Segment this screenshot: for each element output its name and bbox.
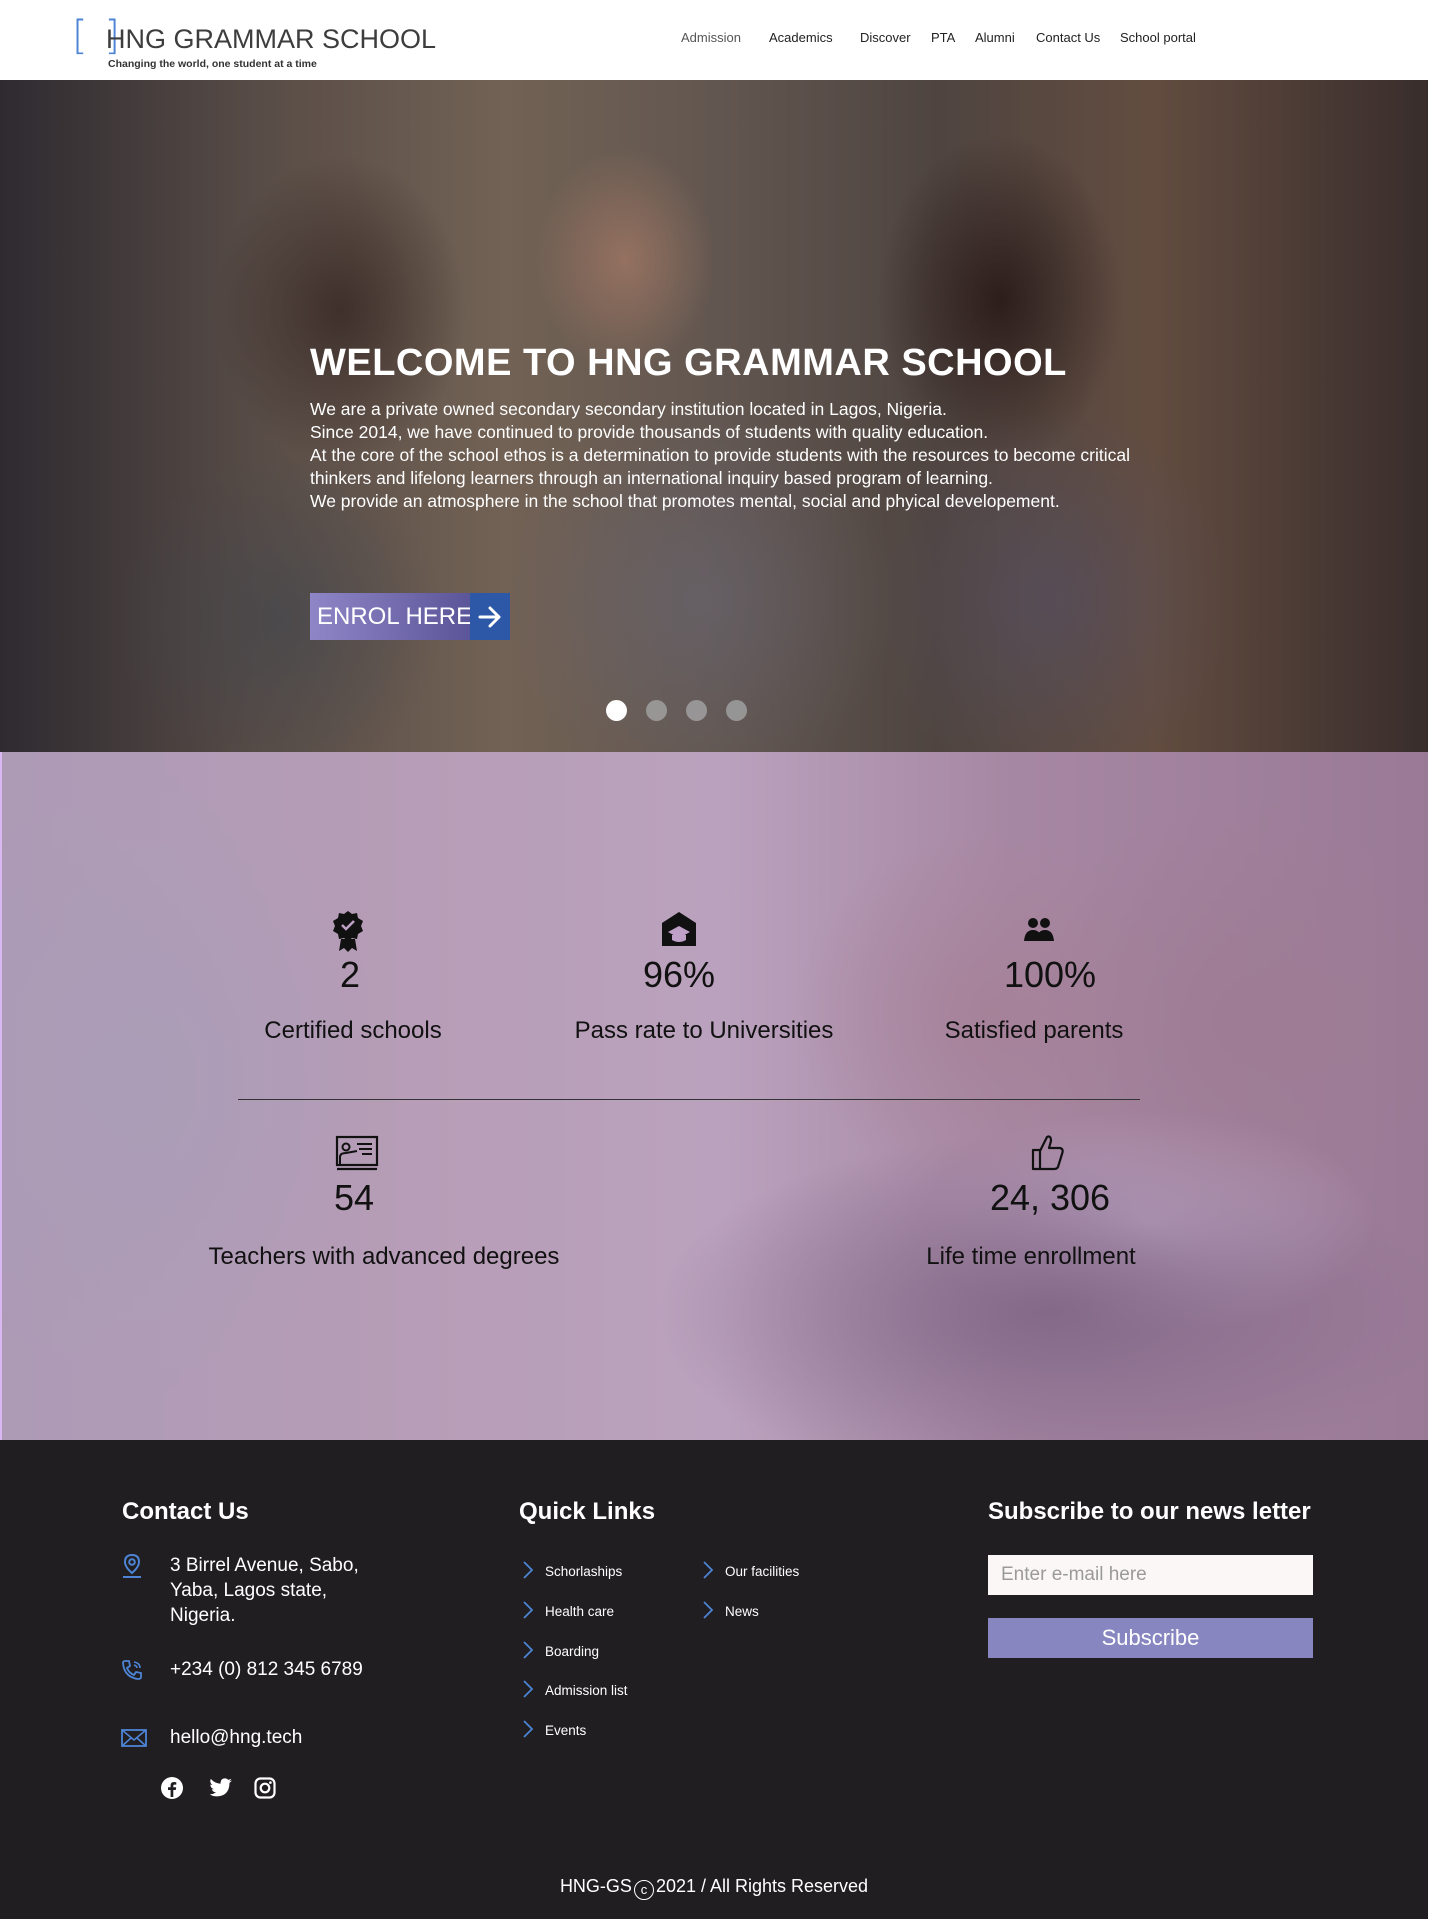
nav-item-discover[interactable]: Discover xyxy=(860,30,911,45)
hero-paragraph: Since 2014, we have continued to provide… xyxy=(310,422,989,442)
stats-section: 2 Certified schools 96% Pass rate to Uni… xyxy=(0,752,1440,1440)
hero-paragraph: We provide an atmosphere in the school t… xyxy=(310,491,1060,511)
instagram-icon[interactable] xyxy=(253,1776,277,1804)
stat-value-satisfied-parents: 100% xyxy=(1003,954,1097,995)
graduation-school-icon xyxy=(656,910,702,948)
nav-item-alumni[interactable]: Alumni xyxy=(975,30,1015,45)
hero-paragraph: At the core of the school ethos is a det… xyxy=(310,445,1131,488)
stat-value-certified-schools: 2 xyxy=(339,954,361,995)
hero-description: We are a private owned secondary seconda… xyxy=(310,398,1140,513)
address-line: Nigeria. xyxy=(170,1605,236,1626)
enrol-here-button[interactable]: ENROL HERE xyxy=(310,593,510,640)
nav-item-academics[interactable]: Academics xyxy=(769,30,833,45)
phone-row: +234 (0) 812 345 6789 xyxy=(120,1658,363,1686)
copyright-prefix: HNG-GS xyxy=(559,1876,632,1896)
carousel-dot-1[interactable] xyxy=(606,700,627,721)
chevron-right-icon xyxy=(523,1720,534,1738)
stat-label-satisfied-parents: Satisfied parents xyxy=(944,1017,1124,1044)
address-text: 3 Birrel Avenue, Sabo, Yaba, Lagos state… xyxy=(170,1553,359,1628)
twitter-icon[interactable] xyxy=(208,1776,234,1804)
quick-link-label: Events xyxy=(545,1723,587,1738)
address-line: Yaba, Lagos state, xyxy=(170,1580,328,1601)
nav-item-admission[interactable]: Admission xyxy=(681,30,741,45)
stat-value-enrollment: 24, 306 xyxy=(989,1177,1111,1218)
newsletter-email-input[interactable] xyxy=(988,1555,1313,1595)
hero-title: WELCOME TO HNG GRAMMAR SCHOOL xyxy=(310,342,1067,384)
quick-link-label: Boarding xyxy=(545,1644,600,1659)
logo-tagline: Changing the world, one student at a tim… xyxy=(108,58,317,70)
stats-divider xyxy=(238,1099,1140,1100)
stat-label-pass-rate: Pass rate to Universities xyxy=(574,1017,834,1044)
carousel-dots xyxy=(0,700,1440,724)
chevron-right-icon xyxy=(703,1561,714,1579)
chevron-right-icon xyxy=(523,1641,534,1659)
email-row: hello@hng.tech xyxy=(120,1727,302,1753)
stat-label-enrollment: Life time enrollment xyxy=(926,1243,1136,1270)
quick-links-heading: Quick Links xyxy=(519,1498,656,1525)
page-right-margin xyxy=(1428,0,1440,1919)
thumbs-up-icon xyxy=(1024,1132,1070,1172)
mail-icon xyxy=(120,1727,148,1753)
subscribe-button[interactable]: Subscribe xyxy=(988,1618,1313,1658)
stats-background-photo xyxy=(0,752,1440,1440)
location-pin-icon xyxy=(120,1553,144,1583)
stat-value-pass-rate: 96% xyxy=(642,954,716,995)
stat-label-teachers: Teachers with advanced degrees xyxy=(208,1243,560,1270)
email-address[interactable]: hello@hng.tech xyxy=(170,1725,302,1750)
copyright-text: HNG-GS c 2021 / All Rights Reserved xyxy=(0,1876,1428,1900)
address-line: 3 Birrel Avenue, Sabo, xyxy=(170,1555,359,1576)
phone-icon xyxy=(120,1658,144,1686)
carousel-dot-4[interactable] xyxy=(726,700,747,721)
quick-link-label: Admission list xyxy=(545,1683,628,1698)
enrol-button-label: ENROL HERE xyxy=(310,593,472,640)
chevron-right-icon xyxy=(523,1680,534,1698)
arrow-right-icon xyxy=(470,593,510,640)
copyright-icon: c xyxy=(633,1880,654,1900)
hero-paragraph: We are a private owned secondary seconda… xyxy=(310,399,947,419)
copyright-suffix: 2021 / All Rights Reserved xyxy=(655,1876,869,1896)
nav-item-school-portal[interactable]: School portal xyxy=(1120,30,1196,45)
stat-label-certified-schools: Certified schools xyxy=(264,1017,442,1044)
parents-icon xyxy=(1016,915,1062,943)
quick-link-label: Schorlaships xyxy=(545,1564,623,1579)
carousel-dot-2[interactable] xyxy=(646,700,667,721)
nav-item-pta[interactable]: PTA xyxy=(931,30,955,45)
site-footer: Contact Us 3 Birrel Avenue, Sabo, Yaba, … xyxy=(0,1440,1440,1919)
hero-carousel: WELCOME TO HNG GRAMMAR SCHOOL We are a p… xyxy=(0,80,1440,752)
phone-number[interactable]: +234 (0) 812 345 6789 xyxy=(170,1657,363,1682)
school-logo[interactable]: [ ] HNG GRAMMAR SCHOOL Changing the worl… xyxy=(72,16,436,74)
chevron-right-icon xyxy=(523,1561,534,1579)
chevron-right-icon xyxy=(703,1601,714,1619)
carousel-dot-3[interactable] xyxy=(686,700,707,721)
teacher-board-icon xyxy=(334,1135,380,1171)
logo-school-name: HNG GRAMMAR SCHOOL xyxy=(106,24,437,54)
quick-link-label: Health care xyxy=(545,1604,615,1619)
award-badge-icon xyxy=(325,909,371,953)
stat-value-teachers: 54 xyxy=(333,1177,375,1218)
chevron-right-icon xyxy=(523,1601,534,1619)
facebook-icon[interactable] xyxy=(160,1776,184,1804)
contact-heading: Contact Us xyxy=(122,1498,249,1525)
quick-link-label: Our facilities xyxy=(725,1564,800,1579)
site-header: [ ] HNG GRAMMAR SCHOOL Changing the worl… xyxy=(0,0,1440,80)
nav-item-contact-us[interactable]: Contact Us xyxy=(1036,30,1100,45)
quick-link-label: News xyxy=(725,1604,759,1619)
address-row: 3 Birrel Avenue, Sabo, Yaba, Lagos state… xyxy=(120,1553,359,1626)
newsletter-heading: Subscribe to our news letter xyxy=(988,1498,1311,1525)
